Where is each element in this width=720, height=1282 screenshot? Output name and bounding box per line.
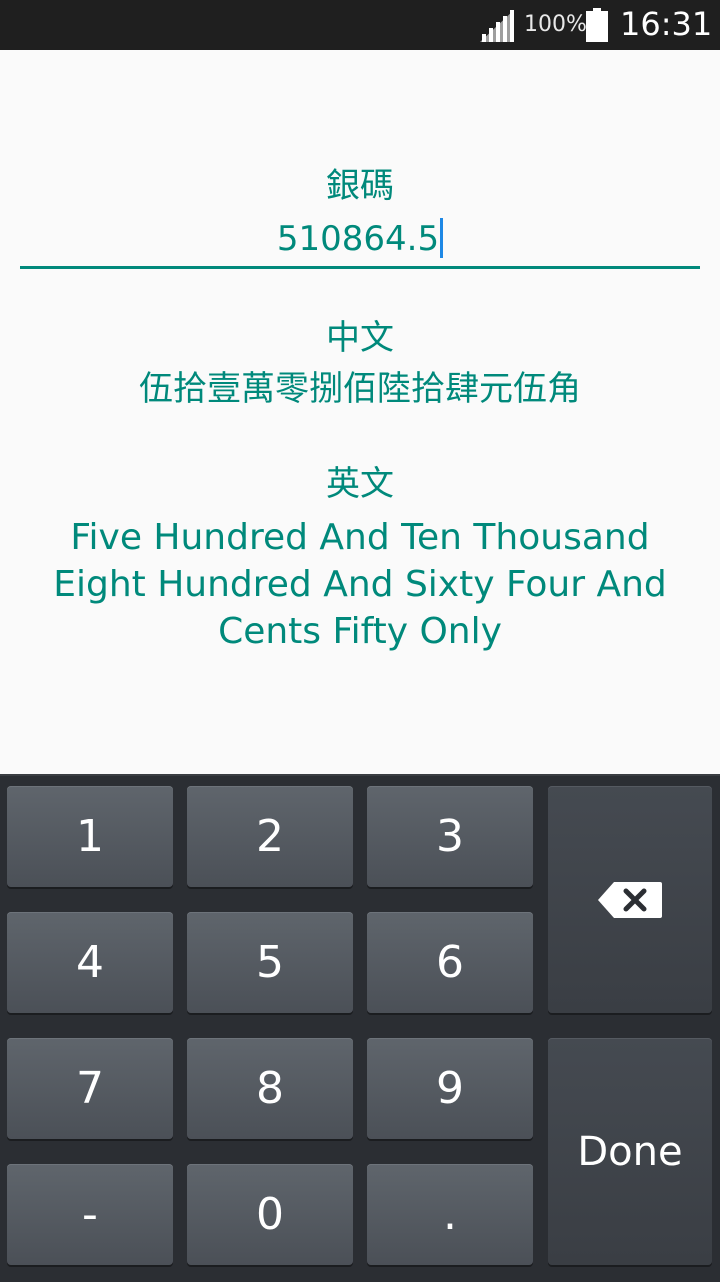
key-8[interactable]: 8 (187, 1038, 353, 1139)
key-5[interactable]: 5 (187, 912, 353, 1013)
key-decimal[interactable]: . (367, 1164, 533, 1265)
amount-input[interactable]: 510864.5 (20, 214, 700, 270)
chinese-label: 中文 (326, 318, 394, 358)
key-6[interactable]: 6 (367, 912, 533, 1013)
key-minus[interactable]: - (7, 1164, 173, 1265)
key-0[interactable]: 0 (187, 1164, 353, 1265)
english-line-1: Five Hundred And Ten Thousand (70, 517, 650, 558)
clock: 16:31 (620, 5, 713, 43)
backspace-icon (598, 881, 662, 918)
converter-content: 銀碼 510864.5 中文 伍拾壹萬零捌佰陸拾肆元伍角 英文 Five Hun… (0, 50, 720, 774)
status-bar: 100% 16:31 (0, 0, 720, 50)
amount-label: 銀碼 (326, 166, 394, 206)
key-7[interactable]: 7 (7, 1038, 173, 1139)
backspace-button[interactable] (548, 786, 712, 1013)
key-9[interactable]: 9 (367, 1038, 533, 1139)
text-cursor (440, 217, 444, 258)
battery-icon (586, 8, 608, 42)
done-button[interactable]: Done (548, 1038, 712, 1265)
amount-value: 510864.5 (276, 219, 440, 259)
english-line-3: Cents Fifty Only (218, 611, 502, 652)
key-3[interactable]: 3 (367, 786, 533, 887)
key-1[interactable]: 1 (7, 786, 173, 887)
key-2[interactable]: 2 (187, 786, 353, 887)
key-4[interactable]: 4 (7, 912, 173, 1013)
english-label: 英文 (326, 464, 394, 504)
numeric-keyboard: 1 2 3 4 5 6 7 8 9 - 0 . Done (0, 774, 720, 1282)
battery-percent: 100% (524, 12, 587, 37)
chinese-value: 伍拾壹萬零捌佰陸拾肆元伍角 (139, 369, 581, 409)
signal-icon (480, 10, 514, 42)
input-underline (20, 266, 700, 269)
english-line-2: Eight Hundred And Sixty Four And (53, 564, 667, 605)
